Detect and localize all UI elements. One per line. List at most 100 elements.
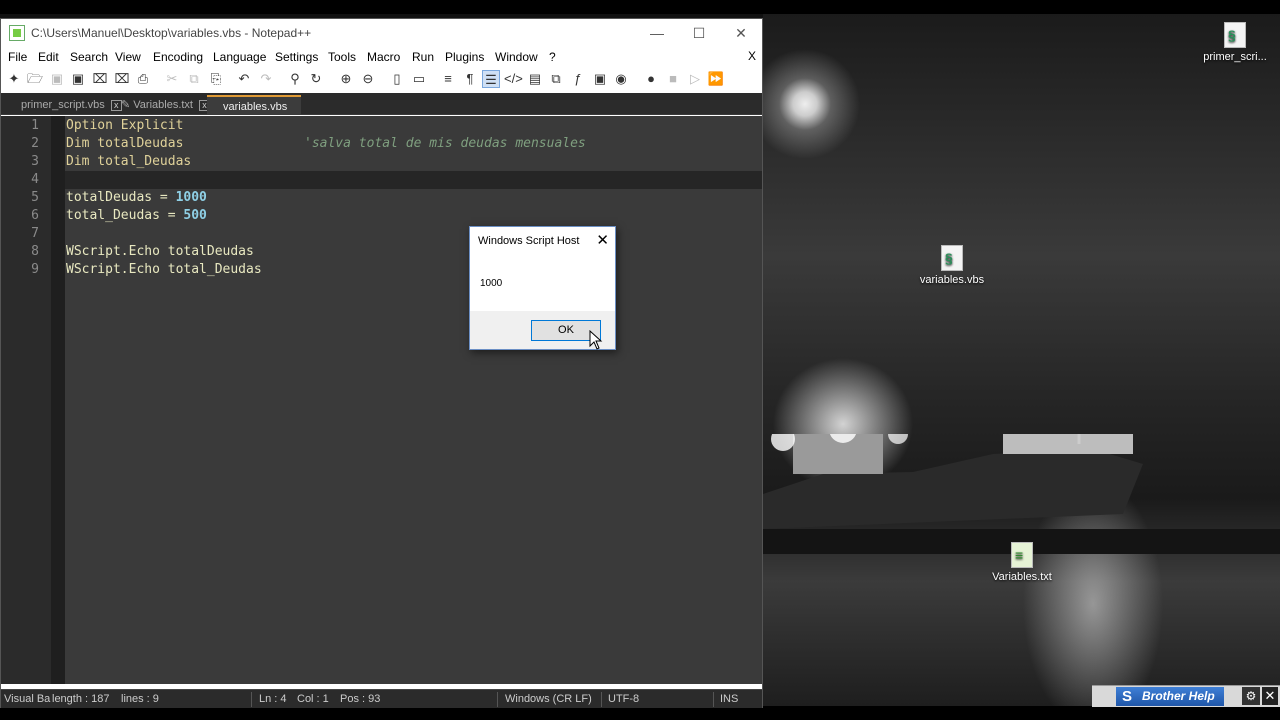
desktop-icon-label: Variables.txt [992, 571, 1052, 583]
sync-horizontal-icon[interactable]: ▭ [410, 70, 428, 88]
menu-file[interactable]: File [8, 50, 27, 64]
line-number: 2 [31, 136, 39, 151]
notepad-plus-plus-icon [9, 25, 25, 41]
desktop-icon-variables-txt[interactable]: ≡ Variables.txt [977, 542, 1067, 583]
open-folder-icon[interactable]: 🗁 [26, 70, 44, 88]
tab-variables-vbs[interactable]: variables.vbsx [207, 95, 301, 133]
stop-macro-icon[interactable]: ■ [664, 70, 682, 88]
menu-window[interactable]: Window [495, 50, 538, 64]
tab-variables-txt[interactable]: ✎ Variables.txt x [115, 95, 210, 115]
close-file-icon[interactable]: ⌧ [91, 70, 109, 88]
cut-icon[interactable]: ✂ [163, 70, 181, 88]
menu-view[interactable]: View [115, 50, 141, 64]
show-all-characters-icon[interactable]: ¶ [461, 70, 479, 88]
code-line-8: WScript.Echo totalDeudas [66, 244, 254, 259]
menu-run[interactable]: Run [412, 50, 434, 64]
status-length: length : 187 [52, 693, 110, 705]
toolbar: ✦ 🗁 ▣ ▣ ⌧ ⌧ ⎙ ✂ ⧉ ⎘ ↶ ↷ ⚲ ↻ ⊕ ⊖ ▯ ▭ ≡ ¶ … [1, 67, 762, 91]
status-position: Pos : 93 [340, 693, 381, 705]
document-map-icon[interactable]: ▤ [526, 70, 544, 88]
line-number: 7 [31, 226, 39, 241]
desktop-icon-label: primer_scri... [1203, 51, 1267, 63]
code-line-3: Dim total_Deudas [66, 154, 192, 169]
print-icon[interactable]: ⎙ [134, 70, 152, 88]
tab-primer-script[interactable]: primer_script.vbs x [15, 95, 122, 115]
desktop: § primer_scri... § variables.vbs ≡ Varia… [0, 0, 1280, 720]
minimize-button[interactable]: — [635, 19, 679, 47]
replace-icon[interactable]: ↻ [307, 70, 325, 88]
bottom-letterbox [0, 706, 1280, 720]
zoom-in-icon[interactable]: ⊕ [337, 70, 355, 88]
word-wrap-icon[interactable]: ≡ [439, 70, 457, 88]
line-number: 3 [31, 154, 39, 169]
brother-help-bar: S Brother Help ⚙ ✕ [1092, 685, 1280, 707]
close-all-icon[interactable]: ⌧ [113, 70, 131, 88]
menu-help[interactable]: ? [549, 50, 556, 64]
code-line-1: Option Explicit [66, 118, 184, 133]
desktop-icon-primer-script[interactable]: § primer_scri... [1190, 22, 1280, 63]
window-title: C:\Users\Manuel\Desktop\variables.vbs - … [31, 26, 312, 40]
desktop-icon-variables-vbs[interactable]: § variables.vbs [907, 245, 997, 286]
status-separator [601, 692, 602, 707]
wallpaper-ship-image [763, 434, 1280, 554]
tab-bar: primer_script.vbs x ✎ Variables.txt x vari… [1, 93, 762, 133]
brother-help-button[interactable]: S Brother Help [1116, 687, 1224, 706]
menu-plugins[interactable]: Plugins [445, 50, 484, 64]
line-number: 6 [31, 208, 39, 223]
language-markup-icon[interactable]: </> [504, 70, 523, 88]
folder-as-workspace-icon[interactable]: ▣ [591, 70, 609, 88]
menu-edit[interactable]: Edit [38, 50, 59, 64]
close-icon[interactable]: ✕ [1262, 687, 1278, 705]
dialog-title: Windows Script Host [478, 235, 580, 247]
menu-language[interactable]: Language [213, 50, 266, 64]
new-file-icon[interactable]: ✦ [5, 70, 23, 88]
close-button[interactable]: ✕ [719, 19, 763, 47]
gear-icon[interactable]: ⚙ [1242, 687, 1260, 705]
run-macro-multiple-icon[interactable]: ⏩ [707, 70, 725, 88]
menu-tools[interactable]: Tools [328, 50, 356, 64]
code-comment: 'salva total de mis deudas mensuales [304, 136, 586, 151]
save-icon[interactable]: ▣ [48, 70, 66, 88]
status-column: Col : 1 [297, 693, 329, 705]
maximize-button[interactable]: ☐ [677, 19, 721, 47]
undo-icon[interactable]: ↶ [235, 70, 253, 88]
sync-vertical-icon[interactable]: ▯ [388, 70, 406, 88]
paste-icon[interactable]: ⎘ [207, 70, 225, 88]
status-bar: Visual Ba length : 187 lines : 9 Ln : 4 … [1, 689, 762, 708]
function-list-icon[interactable]: ƒ [569, 70, 587, 88]
record-macro-icon[interactable]: ● [642, 70, 660, 88]
redo-icon[interactable]: ↷ [257, 70, 275, 88]
status-encoding[interactable]: UTF-8 [608, 693, 639, 705]
status-separator [497, 692, 498, 707]
status-insert-mode[interactable]: INS [720, 693, 738, 705]
indent-guide-icon[interactable]: ☰ [482, 70, 500, 88]
code-line-5: totalDeudas = 1000 [66, 190, 207, 205]
status-language: Visual Ba [4, 693, 51, 705]
document-list-icon[interactable]: ⧉ [547, 70, 565, 88]
close-icon[interactable]: ✕ [596, 231, 609, 249]
menu-encoding[interactable]: Encoding [153, 50, 203, 64]
fold-margin [51, 116, 65, 684]
mouse-pointer-icon [589, 330, 603, 350]
monitoring-icon[interactable]: ◉ [612, 70, 630, 88]
menu-search[interactable]: Search [70, 50, 108, 64]
title-bar[interactable]: C:\Users\Manuel\Desktop\variables.vbs - … [1, 19, 762, 47]
play-macro-icon[interactable]: ▷ [686, 70, 704, 88]
status-eol[interactable]: Windows (CR LF) [505, 693, 592, 705]
dialog-message: 1000 [480, 278, 503, 289]
menu-settings[interactable]: Settings [275, 50, 318, 64]
status-separator [713, 692, 714, 707]
tab-label: primer_script.vbs [21, 99, 105, 111]
save-all-icon[interactable]: ▣ [69, 70, 87, 88]
code-editor[interactable]: 1 2 3 4 5 6 7 8 9 Option Explicit Dim to… [1, 116, 762, 684]
copy-icon[interactable]: ⧉ [185, 70, 203, 88]
close-document-x[interactable]: X [748, 49, 756, 63]
zoom-out-icon[interactable]: ⊖ [359, 70, 377, 88]
top-letterbox [0, 0, 1280, 14]
line-number: 5 [31, 190, 39, 205]
menu-macro[interactable]: Macro [367, 50, 400, 64]
desktop-wallpaper [763, 14, 1280, 706]
tab-label: variables.vbs [223, 101, 288, 113]
desktop-icon-label: variables.vbs [919, 274, 985, 286]
find-icon[interactable]: ⚲ [286, 70, 304, 88]
